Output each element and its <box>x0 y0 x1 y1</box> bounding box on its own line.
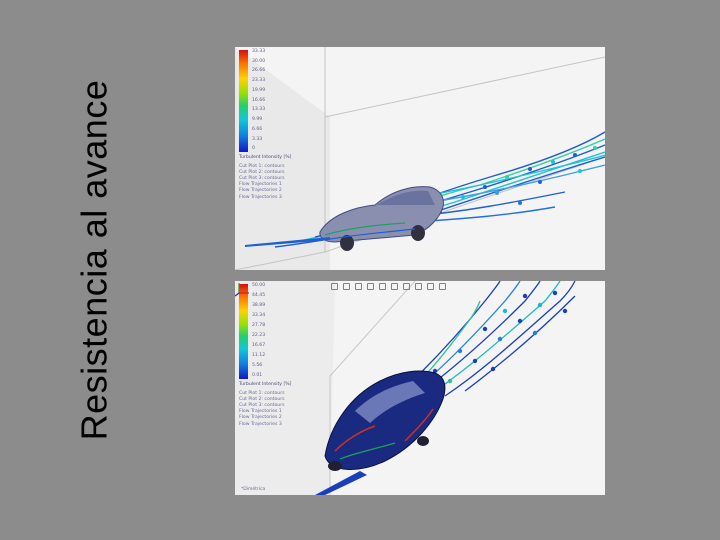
slide-title: Resistencia al avance <box>73 79 115 441</box>
section-view-icon[interactable] <box>367 283 374 290</box>
view-toolbar <box>331 283 446 290</box>
legend-tick: 13.33 <box>252 107 266 113</box>
overlay-item[interactable]: Flow Trajectories 3 <box>239 422 301 428</box>
legend-tick: 44.45 <box>252 293 266 299</box>
legend-tick: 33.33 <box>252 49 266 54</box>
legend-caption: Turbulent Intensity [%] <box>239 155 292 160</box>
legend-tick: 23.33 <box>252 78 266 84</box>
axis-triad-icon <box>235 283 249 297</box>
overlay-item[interactable]: Cut Plot 2: contours <box>239 397 301 403</box>
legend-tick: 27.78 <box>252 323 266 329</box>
overlay-item[interactable]: Cut Plot 3: contours <box>239 403 301 409</box>
legend-tick: 3.33 <box>252 136 263 142</box>
overlay-item[interactable]: Flow Trajectories 3 <box>239 195 301 201</box>
overlay-item[interactable]: Flow Trajectories 2 <box>239 189 301 194</box>
simulation-view-front: 50.00 44.45 38.89 33.34 27.78 22.23 16.6… <box>235 281 605 495</box>
slide-title-container: Resistencia al avance <box>70 60 118 460</box>
scene-icon[interactable] <box>427 283 434 290</box>
overlay-list: Cut Plot 1: contours Cut Plot 2: contour… <box>239 391 301 428</box>
overlay-item[interactable]: Cut Plot 3: contours <box>239 176 301 182</box>
legend-tick: 38.89 <box>252 303 266 309</box>
legend-tick: 16.66 <box>252 97 266 103</box>
legend-tick: 11.12 <box>252 353 266 359</box>
previous-view-icon[interactable] <box>355 283 362 290</box>
overlay-item[interactable]: Cut Plot 1: contours <box>239 391 301 397</box>
legend-tick: 33.34 <box>252 313 266 319</box>
overlay-list: Cut Plot 1: contours Cut Plot 2: contour… <box>239 164 301 201</box>
display-style-icon[interactable] <box>391 283 398 290</box>
front-color-scale <box>239 284 248 379</box>
overlay-item[interactable]: Cut Plot 1: contours <box>239 164 301 170</box>
appearance-icon[interactable] <box>415 283 422 290</box>
hide-show-icon[interactable] <box>403 283 410 290</box>
legend-tick: 0 <box>252 146 255 152</box>
view-status: *Dimétrica <box>241 487 266 492</box>
legend-tick: 22.23 <box>252 333 266 339</box>
front-color-legend: 50.00 44.45 38.89 33.34 27.78 22.23 16.6… <box>239 283 301 429</box>
legend-tick: 16.67 <box>252 343 266 349</box>
zoom-fit-icon[interactable] <box>331 283 338 290</box>
side-color-legend: 33.33 30.00 26.66 23.33 19.99 16.66 13.3… <box>239 49 301 202</box>
legend-tick: 30.00 <box>252 58 266 64</box>
legend-tick: 5.56 <box>252 363 263 369</box>
legend-tick: 26.66 <box>252 68 266 74</box>
view-settings-icon[interactable] <box>439 283 446 290</box>
zoom-area-icon[interactable] <box>343 283 350 290</box>
simulation-view-side: 33.33 30.00 26.66 23.33 19.99 16.66 13.3… <box>235 47 605 270</box>
legend-caption: Turbulent Intensity [%] <box>239 382 292 387</box>
side-color-scale <box>239 50 248 152</box>
legend-tick: 50.00 <box>252 283 266 288</box>
overlay-item[interactable]: Cut Plot 2: contours <box>239 170 301 176</box>
legend-tick: 6.66 <box>252 126 263 132</box>
legend-tick: 0.01 <box>252 373 263 379</box>
overlay-item[interactable]: Flow Trajectories 2 <box>239 416 301 421</box>
legend-tick: 9.99 <box>252 117 263 123</box>
legend-tick: 19.99 <box>252 87 266 93</box>
view-orientation-icon[interactable] <box>379 283 386 290</box>
